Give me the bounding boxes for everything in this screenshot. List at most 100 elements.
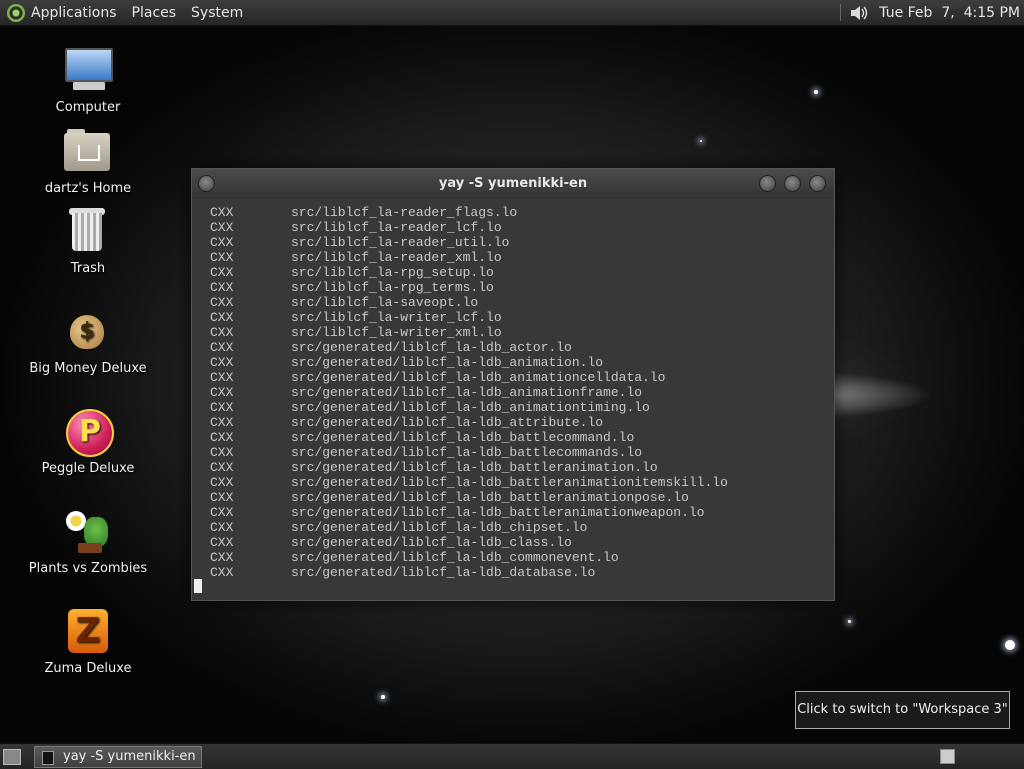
speaker-icon[interactable]	[849, 4, 871, 22]
terminal-line-tag: CXX	[210, 475, 234, 490]
terminal-line-tag: CXX	[210, 310, 234, 325]
terminal-line-path: src/generated/liblcf_la-ldb_animationcel…	[291, 370, 666, 385]
taskbar-button-terminal[interactable]: yay -S yumenikki-en	[34, 746, 202, 768]
terminal-output[interactable]: CXX src/liblcf_la-reader_flags.lo CXX src/l…	[192, 199, 834, 580]
terminal-line-tag: CXX	[210, 205, 234, 220]
terminal-line-path: src/liblcf_la-reader_flags.lo	[291, 205, 518, 220]
terminal-line: CXX src/liblcf_la-reader_xml.lo	[210, 250, 834, 265]
terminal-line-path: src/generated/liblcf_la-ldb_commonevent.…	[291, 550, 619, 565]
panel-separator	[840, 4, 842, 21]
terminal-line-path: src/generated/liblcf_la-ldb_battleranima…	[291, 490, 689, 505]
terminal-line: CXX src/generated/liblcf_la-ldb_commoneve…	[210, 550, 834, 565]
terminal-line-tag: CXX	[210, 370, 234, 385]
terminal-line: CXX src/generated/liblcf_la-ldb_actor.lo	[210, 340, 834, 355]
terminal-line: CXX src/liblcf_la-reader_lcf.lo	[210, 220, 834, 235]
desktop-icon-plants-vs-zombies[interactable]: Plants vs Zombies	[28, 507, 148, 576]
terminal-line-path: src/generated/liblcf_la-ldb_battleranima…	[291, 460, 658, 475]
terminal-line: CXX src/generated/liblcf_la-ldb_chipset.l…	[210, 520, 834, 535]
terminal-line-tag: CXX	[210, 280, 234, 295]
terminal-line-path: src/generated/liblcf_la-ldb_attribute.lo	[291, 415, 604, 430]
star	[1005, 640, 1015, 650]
window-title: yay -S yumenikki-en	[438, 176, 588, 191]
clock[interactable]: Tue Feb 7, 4:15 PM	[879, 5, 1020, 21]
terminal-line-path: src/generated/liblcf_la-ldb_battleranima…	[291, 505, 705, 520]
terminal-line-tag: CXX	[210, 325, 234, 340]
terminal-line-path: src/generated/liblcf_la-ldb_actor.lo	[291, 340, 572, 355]
terminal-line-tag: CXX	[210, 355, 234, 370]
terminal-line: CXX src/generated/liblcf_la-ldb_battlecom…	[210, 445, 834, 460]
top-panel: Applications Places System Tue Feb 7, 4:…	[0, 0, 1024, 26]
terminal-line-tag: CXX	[210, 445, 234, 460]
desktop-icon-label: Plants vs Zombies	[28, 561, 148, 576]
menu-applications[interactable]: Applications	[31, 5, 117, 21]
terminal-line: CXX src/generated/liblcf_la-ldb_animation…	[210, 400, 834, 415]
terminal-line-path: src/generated/liblcf_la-ldb_animationfra…	[291, 385, 643, 400]
terminal-line: CXX src/liblcf_la-saveopt.lo	[210, 295, 834, 310]
desktop-icon-home[interactable]: dartz's Home	[28, 127, 148, 196]
terminal-line: CXX src/generated/liblcf_la-ldb_class.lo	[210, 535, 834, 550]
desktop-icon-zuma[interactable]: Z Zuma Deluxe	[28, 607, 148, 676]
terminal-line: CXX src/liblcf_la-writer_xml.lo	[210, 325, 834, 340]
terminal-line-tag: CXX	[210, 385, 234, 400]
peggle-ball-icon: P	[64, 407, 114, 457]
workspace-switcher-icon[interactable]	[940, 749, 955, 764]
desktop-icon-label: Big Money Deluxe	[29, 361, 147, 376]
terminal-line: CXX src/liblcf_la-writer_lcf.lo	[210, 310, 834, 325]
desktop-icon-label: Computer	[55, 100, 121, 115]
terminal-line: CXX src/generated/liblcf_la-ldb_animation…	[210, 370, 834, 385]
desktop-icon-label: dartz's Home	[44, 181, 132, 196]
minimize-icon[interactable]	[759, 175, 776, 192]
distro-logo-icon[interactable]	[7, 3, 25, 22]
close-icon[interactable]	[809, 175, 826, 192]
terminal-line-path: src/liblcf_la-reader_lcf.lo	[291, 220, 502, 235]
terminal-line-tag: CXX	[210, 535, 234, 550]
terminal-line-tag: CXX	[210, 295, 234, 310]
terminal-line-tag: CXX	[210, 265, 234, 280]
terminal-line-tag: CXX	[210, 415, 234, 430]
computer-icon	[64, 46, 113, 94]
terminal-line-path: src/generated/liblcf_la-ldb_battleranima…	[291, 475, 728, 490]
terminal-line: CXX src/generated/liblcf_la-ldb_animation…	[210, 385, 834, 400]
window-menu-icon[interactable]	[198, 175, 215, 192]
terminal-line-tag: CXX	[210, 400, 234, 415]
star	[814, 90, 818, 94]
desktop-icon-label: Trash	[70, 261, 106, 276]
top-panel-tray: Tue Feb 7, 4:15 PM	[840, 0, 1024, 25]
terminal-line-tag: CXX	[210, 550, 234, 565]
window-titlebar[interactable]: yay -S yumenikki-en	[192, 169, 834, 199]
terminal-line: CXX src/generated/liblcf_la-ldb_attribute…	[210, 415, 834, 430]
terminal-cursor	[194, 579, 202, 593]
terminal-line: CXX src/generated/liblcf_la-ldb_battleran…	[210, 490, 834, 505]
plant-icon	[64, 507, 112, 555]
terminal-line-tag: CXX	[210, 565, 234, 580]
menu-places[interactable]: Places	[132, 5, 177, 21]
money-bag-icon: $	[64, 307, 112, 355]
terminal-window[interactable]: yay -S yumenikki-en CXX src/liblcf_la-rea…	[191, 168, 835, 601]
terminal-line: CXX src/generated/liblcf_la-ldb_battleran…	[210, 460, 834, 475]
terminal-line: CXX src/liblcf_la-rpg_terms.lo	[210, 280, 834, 295]
show-desktop-icon[interactable]	[3, 749, 21, 765]
desktop-icon-peggle[interactable]: P Peggle Deluxe	[28, 407, 148, 476]
desktop-icon-label: Peggle Deluxe	[41, 461, 135, 476]
desktop-icon-big-money[interactable]: $ Big Money Deluxe	[28, 307, 148, 376]
home-folder-icon	[64, 127, 112, 175]
terminal-line-path: src/generated/liblcf_la-ldb_animationtim…	[291, 400, 650, 415]
terminal-line-path: src/liblcf_la-saveopt.lo	[291, 295, 479, 310]
terminal-line-tag: CXX	[210, 460, 234, 475]
terminal-line-path: src/generated/liblcf_la-ldb_battlecomman…	[291, 445, 643, 460]
workspace-tooltip: Click to switch to "Workspace 3"	[795, 691, 1010, 729]
star	[848, 620, 851, 623]
maximize-icon[interactable]	[784, 175, 801, 192]
desktop-icon-computer[interactable]: Computer	[28, 46, 148, 115]
menu-system[interactable]: System	[191, 5, 243, 21]
terminal-icon	[42, 751, 54, 765]
trash-icon	[64, 207, 112, 255]
terminal-line: CXX src/liblcf_la-reader_util.lo	[210, 235, 834, 250]
terminal-line-tag: CXX	[210, 340, 234, 355]
star	[700, 140, 702, 142]
terminal-line: CXX src/generated/liblcf_la-ldb_animation…	[210, 355, 834, 370]
terminal-line: CXX src/generated/liblcf_la-ldb_battleran…	[210, 475, 834, 490]
desktop-icon-trash[interactable]: Trash	[28, 207, 148, 276]
terminal-line-path: src/generated/liblcf_la-ldb_class.lo	[291, 535, 572, 550]
terminal-line-tag: CXX	[210, 250, 234, 265]
